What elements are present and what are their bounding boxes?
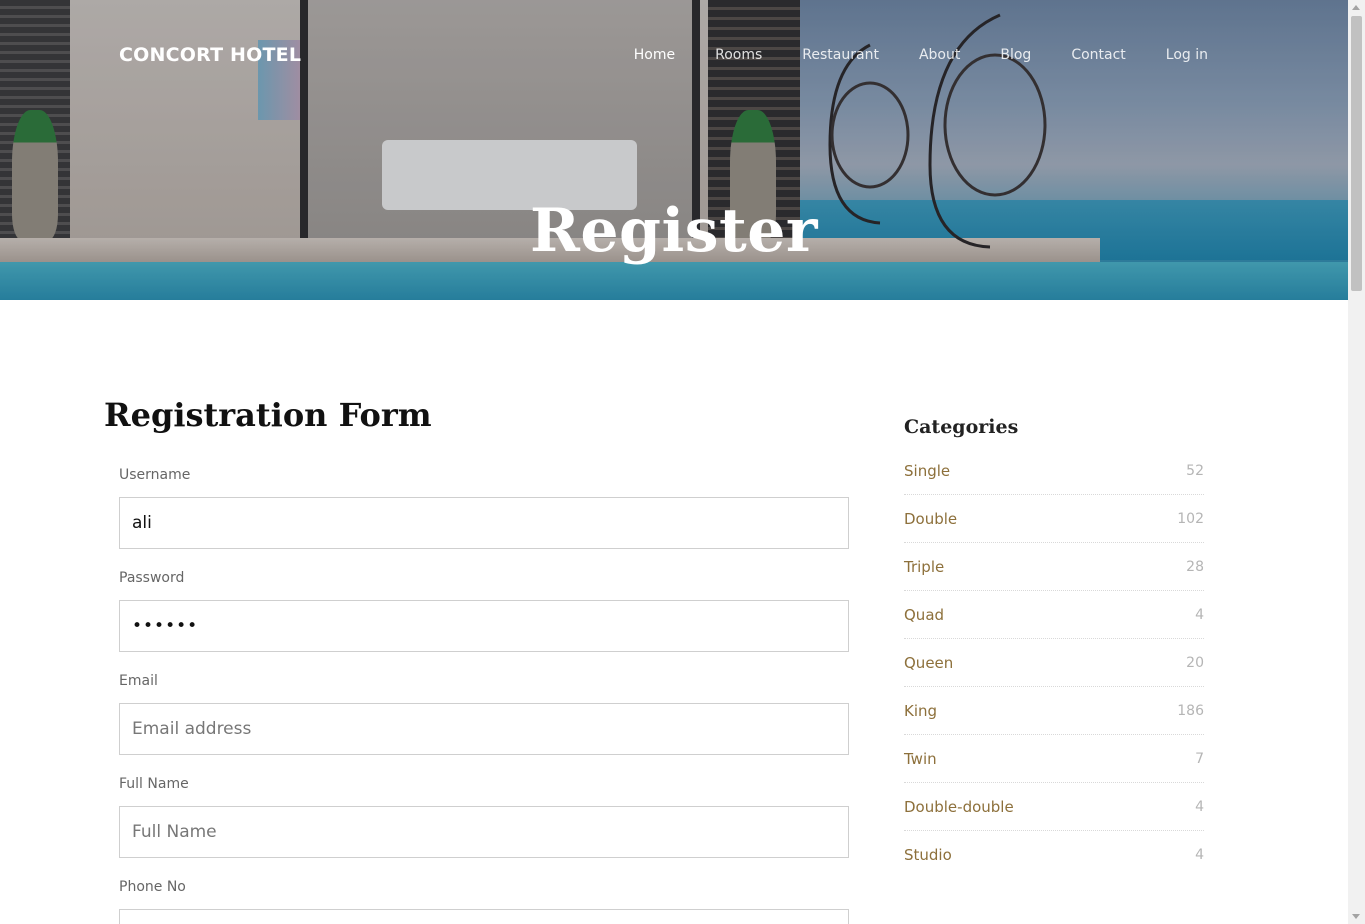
category-count: 4 [1195, 798, 1204, 815]
category-count: 102 [1177, 510, 1204, 527]
categories-title: Categories [904, 416, 1019, 438]
page-scrollbar[interactable] [1348, 0, 1365, 924]
scroll-down-icon[interactable] [1352, 914, 1360, 919]
list-item: Triple 28 [904, 543, 1204, 591]
nav-restaurant[interactable]: Restaurant [802, 47, 879, 63]
password-label: Password [119, 570, 185, 586]
category-link[interactable]: Single [904, 462, 950, 480]
scroll-up-icon[interactable] [1352, 5, 1360, 10]
category-count: 4 [1195, 847, 1204, 863]
email-input[interactable] [119, 703, 849, 755]
username-input[interactable] [119, 497, 849, 549]
nav-login[interactable]: Log in [1166, 47, 1208, 63]
username-label: Username [119, 467, 191, 483]
list-item: Double 102 [904, 495, 1204, 543]
list-item: Quad 4 [904, 591, 1204, 639]
nav-blog[interactable]: Blog [1000, 47, 1031, 63]
category-count: 7 [1195, 750, 1204, 767]
hero-title: Register [529, 196, 819, 266]
category-link[interactable]: Double-double [904, 798, 1014, 816]
category-count: 186 [1177, 702, 1204, 719]
category-link[interactable]: Twin [904, 750, 937, 768]
category-link[interactable]: Triple [904, 558, 944, 576]
hero-banner: CONCORT HOTEL Home Rooms Restaurant Abou… [0, 0, 1348, 300]
nav-rooms[interactable]: Rooms [715, 47, 762, 63]
nav-about[interactable]: About [919, 47, 960, 63]
password-input[interactable] [119, 600, 849, 652]
brand-logo[interactable]: CONCORT HOTEL [119, 44, 301, 66]
email-label: Email [119, 673, 158, 689]
list-item: Double-double 4 [904, 783, 1204, 831]
category-link[interactable]: Quad [904, 606, 944, 624]
list-item: King 186 [904, 687, 1204, 735]
nav-contact[interactable]: Contact [1071, 47, 1125, 63]
category-link[interactable]: Double [904, 510, 957, 528]
category-link[interactable]: Studio [904, 846, 952, 864]
category-count: 20 [1186, 654, 1204, 671]
form-title: Registration Form [104, 396, 432, 434]
list-item: Queen 20 [904, 639, 1204, 687]
list-item: Single 52 [904, 447, 1204, 495]
category-link[interactable]: Queen [904, 654, 953, 672]
fullname-input[interactable] [119, 806, 849, 858]
category-count: 4 [1195, 606, 1204, 623]
categories-list: Single 52 Double 102 Triple 28 Quad 4 Qu… [904, 447, 1204, 879]
fullname-label: Full Name [119, 776, 189, 792]
category-link[interactable]: King [904, 702, 937, 720]
list-item: Studio 4 [904, 831, 1204, 879]
phone-label: Phone No [119, 879, 186, 895]
nav-home[interactable]: Home [634, 47, 675, 63]
category-count: 52 [1186, 462, 1204, 479]
main-nav: Home Rooms Restaurant About Blog Contact… [594, 47, 1208, 63]
scroll-thumb[interactable] [1351, 16, 1362, 291]
phone-input[interactable] [119, 909, 849, 924]
list-item: Twin 7 [904, 735, 1204, 783]
category-count: 28 [1186, 558, 1204, 575]
